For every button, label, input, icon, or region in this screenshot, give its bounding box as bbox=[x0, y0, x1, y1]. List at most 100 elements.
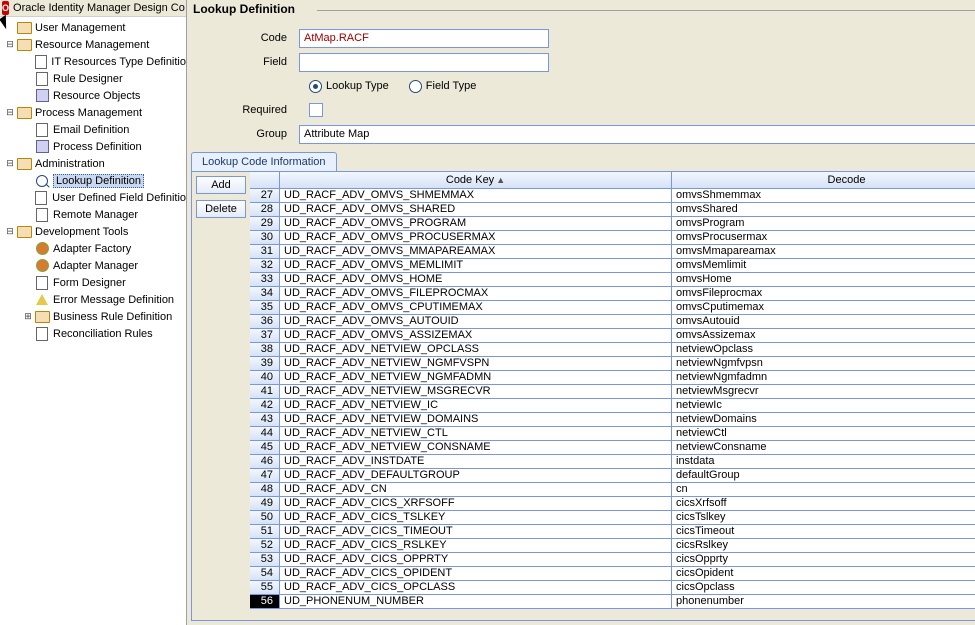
table-row[interactable]: 43UD_RACF_ADV_NETVIEW_DOMAINSnetviewDoma… bbox=[250, 413, 975, 427]
tree-item[interactable]: User Defined Field Definitio bbox=[0, 189, 186, 206]
codekey-cell[interactable]: UD_RACF_ADV_NETVIEW_DOMAINS bbox=[280, 413, 672, 427]
decode-cell[interactable]: cicsRslkey bbox=[672, 539, 975, 553]
codekey-cell[interactable]: UD_RACF_ADV_NETVIEW_OPCLASS bbox=[280, 343, 672, 357]
code-input[interactable] bbox=[299, 29, 549, 48]
table-row[interactable]: 32UD_RACF_ADV_OMVS_MEMLIMITomvsMemlimit bbox=[250, 259, 975, 273]
codekey-cell[interactable]: UD_RACF_ADV_OMVS_SHMEMMAX bbox=[280, 189, 672, 203]
rownum-header[interactable] bbox=[250, 172, 280, 188]
tab-lookup-code-information[interactable]: Lookup Code Information bbox=[191, 152, 337, 171]
table-row[interactable]: 37UD_RACF_ADV_OMVS_ASSIZEMAXomvsAssizema… bbox=[250, 329, 975, 343]
decode-cell[interactable]: omvsShared bbox=[672, 203, 975, 217]
codekey-cell[interactable]: UD_RACF_ADV_NETVIEW_MSGRECVR bbox=[280, 385, 672, 399]
codekey-cell[interactable]: UD_RACF_ADV_CICS_TIMEOUT bbox=[280, 525, 672, 539]
field-input[interactable] bbox=[299, 53, 549, 72]
codekey-cell[interactable]: UD_RACF_ADV_CICS_OPCLASS bbox=[280, 581, 672, 595]
decode-cell[interactable]: omvsAssizemax bbox=[672, 329, 975, 343]
expand-toggle-icon[interactable]: ⊟ bbox=[4, 39, 16, 50]
expand-toggle-icon[interactable]: ⊟ bbox=[4, 158, 16, 169]
table-row[interactable]: 39UD_RACF_ADV_NETVIEW_NGMFVSPNnetviewNgm… bbox=[250, 357, 975, 371]
tree-item[interactable]: Email Definition bbox=[0, 121, 186, 138]
table-row[interactable]: 31UD_RACF_ADV_OMVS_MMAPAREAMAXomvsMmapar… bbox=[250, 245, 975, 259]
table-row[interactable]: 48UD_RACF_ADV_CNcn bbox=[250, 483, 975, 497]
group-input[interactable] bbox=[299, 125, 975, 144]
decode-cell[interactable]: defaultGroup bbox=[672, 469, 975, 483]
codekey-cell[interactable]: UD_RACF_ADV_OMVS_FILEPROCMAX bbox=[280, 287, 672, 301]
table-row[interactable]: 36UD_RACF_ADV_OMVS_AUTOUIDomvsAutouid bbox=[250, 315, 975, 329]
table-row[interactable]: 30UD_RACF_ADV_OMVS_PROCUSERMAXomvsProcus… bbox=[250, 231, 975, 245]
decode-cell[interactable]: cicsXrfsoff bbox=[672, 497, 975, 511]
decode-cell[interactable]: omvsProcusermax bbox=[672, 231, 975, 245]
table-row[interactable]: 55UD_RACF_ADV_CICS_OPCLASScicsOpclass bbox=[250, 581, 975, 595]
decode-header[interactable]: Decode bbox=[672, 172, 975, 188]
codekey-cell[interactable]: UD_RACF_ADV_OMVS_PROCUSERMAX bbox=[280, 231, 672, 245]
codekey-cell[interactable]: UD_RACF_ADV_OMVS_HOME bbox=[280, 273, 672, 287]
decode-cell[interactable]: phonenumber bbox=[672, 595, 975, 609]
tree-item[interactable]: Rule Designer bbox=[0, 70, 186, 87]
table-row[interactable]: 54UD_RACF_ADV_CICS_OPIDENTcicsOpident bbox=[250, 567, 975, 581]
tree-item[interactable]: Reconciliation Rules bbox=[0, 325, 186, 342]
table-row[interactable]: 56UD_PHONENUM_NUMBERphonenumber bbox=[250, 595, 975, 609]
decode-cell[interactable]: netviewNgmfadmn bbox=[672, 371, 975, 385]
codekey-cell[interactable]: UD_RACF_ADV_CICS_OPIDENT bbox=[280, 567, 672, 581]
table-row[interactable]: 46UD_RACF_ADV_INSTDATEinstdata bbox=[250, 455, 975, 469]
tree-item[interactable]: Resource Objects bbox=[0, 87, 186, 104]
decode-cell[interactable]: cicsTimeout bbox=[672, 525, 975, 539]
decode-cell[interactable]: omvsHome bbox=[672, 273, 975, 287]
add-button[interactable]: Add bbox=[196, 176, 246, 194]
table-row[interactable]: 29UD_RACF_ADV_OMVS_PROGRAMomvsProgram bbox=[250, 217, 975, 231]
tree-item[interactable]: User Management bbox=[0, 19, 186, 36]
tree-item[interactable]: ⊟Administration bbox=[0, 155, 186, 172]
tree-item[interactable]: IT Resources Type Definitio bbox=[0, 53, 186, 70]
decode-cell[interactable]: omvsAutouid bbox=[672, 315, 975, 329]
codekey-cell[interactable]: UD_RACF_ADV_OMVS_ASSIZEMAX bbox=[280, 329, 672, 343]
decode-cell[interactable]: cicsOpclass bbox=[672, 581, 975, 595]
tree-item[interactable]: Form Designer bbox=[0, 274, 186, 291]
tree-item[interactable]: ⊞Business Rule Definition bbox=[0, 308, 186, 325]
table-row[interactable]: 27UD_RACF_ADV_OMVS_SHMEMMAXomvsShmemmax bbox=[250, 189, 975, 203]
codekey-cell[interactable]: UD_RACF_ADV_OMVS_PROGRAM bbox=[280, 217, 672, 231]
decode-cell[interactable]: netviewMsgrecvr bbox=[672, 385, 975, 399]
codekey-cell[interactable]: UD_RACF_ADV_CICS_RSLKEY bbox=[280, 539, 672, 553]
table-row[interactable]: 44UD_RACF_ADV_NETVIEW_CTLnetviewCtl bbox=[250, 427, 975, 441]
decode-cell[interactable]: netviewConsname bbox=[672, 441, 975, 455]
codekey-cell[interactable]: UD_RACF_ADV_INSTDATE bbox=[280, 455, 672, 469]
table-body[interactable]: 27UD_RACF_ADV_OMVS_SHMEMMAXomvsShmemmax2… bbox=[250, 189, 975, 620]
table-row[interactable]: 28UD_RACF_ADV_OMVS_SHAREDomvsShared bbox=[250, 203, 975, 217]
lookup-type-radio[interactable]: Lookup Type bbox=[309, 80, 389, 93]
expand-toggle-icon[interactable]: ⊟ bbox=[4, 107, 16, 118]
decode-cell[interactable]: cicsOpprty bbox=[672, 553, 975, 567]
decode-cell[interactable]: cicsOpident bbox=[672, 567, 975, 581]
table-row[interactable]: 40UD_RACF_ADV_NETVIEW_NGMFADMNnetviewNgm… bbox=[250, 371, 975, 385]
decode-cell[interactable]: omvsProgram bbox=[672, 217, 975, 231]
codekey-cell[interactable]: UD_RACF_ADV_CICS_OPPRTY bbox=[280, 553, 672, 567]
required-checkbox[interactable] bbox=[309, 103, 323, 117]
table-row[interactable]: 53UD_RACF_ADV_CICS_OPPRTYcicsOpprty bbox=[250, 553, 975, 567]
decode-cell[interactable]: omvsShmemmax bbox=[672, 189, 975, 203]
tree-item[interactable]: Lookup Definition bbox=[0, 172, 186, 189]
table-row[interactable]: 51UD_RACF_ADV_CICS_TIMEOUTcicsTimeout bbox=[250, 525, 975, 539]
decode-cell[interactable]: omvsCputimemax bbox=[672, 301, 975, 315]
codekey-cell[interactable]: UD_RACF_ADV_OMVS_SHARED bbox=[280, 203, 672, 217]
codekey-header[interactable]: Code Key▲ bbox=[280, 172, 672, 188]
table-row[interactable]: 41UD_RACF_ADV_NETVIEW_MSGRECVRnetviewMsg… bbox=[250, 385, 975, 399]
nav-tree[interactable]: User Management⊟Resource ManagementIT Re… bbox=[0, 17, 186, 344]
decode-cell[interactable]: netviewOpclass bbox=[672, 343, 975, 357]
decode-cell[interactable]: netviewDomains bbox=[672, 413, 975, 427]
codekey-cell[interactable]: UD_RACF_ADV_NETVIEW_CONSNAME bbox=[280, 441, 672, 455]
codekey-cell[interactable]: UD_RACF_ADV_CN bbox=[280, 483, 672, 497]
decode-cell[interactable]: netviewIc bbox=[672, 399, 975, 413]
table-row[interactable]: 52UD_RACF_ADV_CICS_RSLKEYcicsRslkey bbox=[250, 539, 975, 553]
decode-cell[interactable]: cicsTslkey bbox=[672, 511, 975, 525]
tree-item[interactable]: ⊟Resource Management bbox=[0, 36, 186, 53]
codekey-cell[interactable]: UD_RACF_ADV_NETVIEW_NGMFVSPN bbox=[280, 357, 672, 371]
decode-cell[interactable]: cn bbox=[672, 483, 975, 497]
table-row[interactable]: 34UD_RACF_ADV_OMVS_FILEPROCMAXomvsFilepr… bbox=[250, 287, 975, 301]
codekey-cell[interactable]: UD_RACF_ADV_OMVS_CPUTIMEMAX bbox=[280, 301, 672, 315]
table-row[interactable]: 50UD_RACF_ADV_CICS_TSLKEYcicsTslkey bbox=[250, 511, 975, 525]
table-row[interactable]: 38UD_RACF_ADV_NETVIEW_OPCLASSnetviewOpcl… bbox=[250, 343, 975, 357]
tree-item[interactable]: Adapter Factory bbox=[0, 240, 186, 257]
codekey-cell[interactable]: UD_RACF_ADV_DEFAULTGROUP bbox=[280, 469, 672, 483]
codekey-cell[interactable]: UD_RACF_ADV_NETVIEW_NGMFADMN bbox=[280, 371, 672, 385]
decode-cell[interactable]: omvsMemlimit bbox=[672, 259, 975, 273]
tree-item[interactable]: ⊟Process Management bbox=[0, 104, 186, 121]
